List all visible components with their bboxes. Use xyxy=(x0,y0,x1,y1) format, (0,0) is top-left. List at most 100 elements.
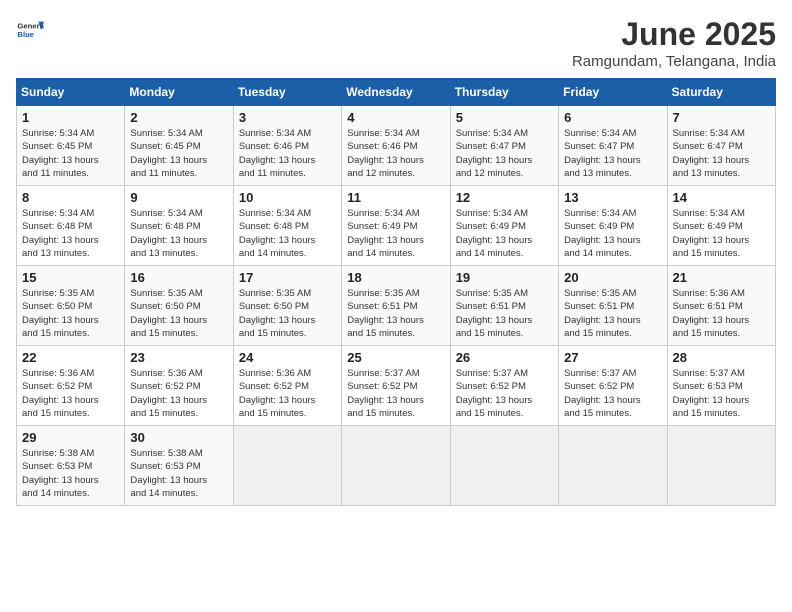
day-info: Sunrise: 5:36 AM Sunset: 6:52 PM Dayligh… xyxy=(239,367,336,420)
table-row: 7 Sunrise: 5:34 AM Sunset: 6:47 PM Daylig… xyxy=(667,106,775,186)
day-info: Sunrise: 5:34 AM Sunset: 6:47 PM Dayligh… xyxy=(673,127,770,180)
table-row: 3 Sunrise: 5:34 AM Sunset: 6:46 PM Daylig… xyxy=(233,106,341,186)
day-number: 22 xyxy=(22,350,119,365)
day-number: 28 xyxy=(673,350,770,365)
day-info: Sunrise: 5:35 AM Sunset: 6:51 PM Dayligh… xyxy=(347,287,444,340)
day-info: Sunrise: 5:36 AM Sunset: 6:51 PM Dayligh… xyxy=(673,287,770,340)
day-info: Sunrise: 5:34 AM Sunset: 6:46 PM Dayligh… xyxy=(347,127,444,180)
table-row xyxy=(342,426,450,506)
day-number: 16 xyxy=(130,270,227,285)
day-number: 13 xyxy=(564,190,661,205)
day-info: Sunrise: 5:37 AM Sunset: 6:53 PM Dayligh… xyxy=(673,367,770,420)
table-row: 24 Sunrise: 5:36 AM Sunset: 6:52 PM Dayli… xyxy=(233,346,341,426)
day-info: Sunrise: 5:35 AM Sunset: 6:50 PM Dayligh… xyxy=(22,287,119,340)
table-row: 12Sunrise: 5:34 AM Sunset: 6:49 PM Dayli… xyxy=(450,186,558,266)
col-friday: Friday xyxy=(559,79,667,106)
day-info: Sunrise: 5:34 AM Sunset: 6:49 PM Dayligh… xyxy=(347,207,444,260)
table-row: 17 Sunrise: 5:35 AM Sunset: 6:50 PM Dayli… xyxy=(233,266,341,346)
day-info: Sunrise: 5:37 AM Sunset: 6:52 PM Dayligh… xyxy=(347,367,444,420)
table-row: 23Sunrise: 5:36 AM Sunset: 6:52 PM Dayli… xyxy=(125,346,233,426)
table-row: 19Sunrise: 5:35 AM Sunset: 6:51 PM Dayli… xyxy=(450,266,558,346)
day-info: Sunrise: 5:38 AM Sunset: 6:53 PM Dayligh… xyxy=(130,447,227,500)
calendar-subtitle: Ramgundam, Telangana, India xyxy=(572,53,776,70)
table-row: 26 Sunrise: 5:37 AM Sunset: 6:52 PM Dayli… xyxy=(450,346,558,426)
calendar-row-4: 29Sunrise: 5:38 AM Sunset: 6:53 PM Dayli… xyxy=(17,426,776,506)
day-info: Sunrise: 5:35 AM Sunset: 6:51 PM Dayligh… xyxy=(564,287,661,340)
table-row: 15 Sunrise: 5:35 AM Sunset: 6:50 PM Dayli… xyxy=(17,266,125,346)
day-info: Sunrise: 5:34 AM Sunset: 6:48 PM Dayligh… xyxy=(239,207,336,260)
table-row xyxy=(450,426,558,506)
table-row: 20Sunrise: 5:35 AM Sunset: 6:51 PM Dayli… xyxy=(559,266,667,346)
table-row xyxy=(233,426,341,506)
table-row: 4 Sunrise: 5:34 AM Sunset: 6:46 PM Daylig… xyxy=(342,106,450,186)
table-row xyxy=(559,426,667,506)
calendar-row-3: 22 Sunrise: 5:36 AM Sunset: 6:52 PM Dayli… xyxy=(17,346,776,426)
col-thursday: Thursday xyxy=(450,79,558,106)
table-row: 29Sunrise: 5:38 AM Sunset: 6:53 PM Dayli… xyxy=(17,426,125,506)
day-number: 30 xyxy=(130,430,227,445)
calendar-title: June 2025 xyxy=(572,16,776,53)
table-row: 30 Sunrise: 5:38 AM Sunset: 6:53 PM Dayli… xyxy=(125,426,233,506)
table-row: 11 Sunrise: 5:34 AM Sunset: 6:49 PM Dayli… xyxy=(342,186,450,266)
day-info: Sunrise: 5:36 AM Sunset: 6:52 PM Dayligh… xyxy=(22,367,119,420)
table-row: 25 Sunrise: 5:37 AM Sunset: 6:52 PM Dayli… xyxy=(342,346,450,426)
table-row: 18 Sunrise: 5:35 AM Sunset: 6:51 PM Dayli… xyxy=(342,266,450,346)
table-row: 16 Sunrise: 5:35 AM Sunset: 6:50 PM Dayli… xyxy=(125,266,233,346)
day-info: Sunrise: 5:36 AM Sunset: 6:52 PM Dayligh… xyxy=(130,367,227,420)
table-row: 14Sunrise: 5:34 AM Sunset: 6:49 PM Dayli… xyxy=(667,186,775,266)
logo-icon: General Blue xyxy=(16,16,44,44)
col-tuesday: Tuesday xyxy=(233,79,341,106)
col-monday: Monday xyxy=(125,79,233,106)
day-number: 3 xyxy=(239,110,336,125)
page-header: General Blue June 2025 Ramgundam, Telang… xyxy=(16,16,776,70)
day-info: Sunrise: 5:34 AM Sunset: 6:48 PM Dayligh… xyxy=(130,207,227,260)
table-row: 6 Sunrise: 5:34 AM Sunset: 6:47 PM Daylig… xyxy=(559,106,667,186)
day-info: Sunrise: 5:37 AM Sunset: 6:52 PM Dayligh… xyxy=(456,367,553,420)
day-number: 6 xyxy=(564,110,661,125)
calendar-header-row: Sunday Monday Tuesday Wednesday Thursday… xyxy=(17,79,776,106)
col-saturday: Saturday xyxy=(667,79,775,106)
calendar-row-2: 15 Sunrise: 5:35 AM Sunset: 6:50 PM Dayli… xyxy=(17,266,776,346)
day-info: Sunrise: 5:34 AM Sunset: 6:47 PM Dayligh… xyxy=(456,127,553,180)
calendar-table: Sunday Monday Tuesday Wednesday Thursday… xyxy=(16,78,776,506)
table-row: 28 Sunrise: 5:37 AM Sunset: 6:53 PM Dayli… xyxy=(667,346,775,426)
title-area: June 2025 Ramgundam, Telangana, India xyxy=(572,16,776,70)
day-number: 1 xyxy=(22,110,119,125)
day-info: Sunrise: 5:38 AM Sunset: 6:53 PM Dayligh… xyxy=(22,447,119,500)
day-number: 2 xyxy=(130,110,227,125)
day-info: Sunrise: 5:35 AM Sunset: 6:51 PM Dayligh… xyxy=(456,287,553,340)
logo: General Blue xyxy=(16,16,44,44)
day-info: Sunrise: 5:37 AM Sunset: 6:52 PM Dayligh… xyxy=(564,367,661,420)
day-number: 7 xyxy=(673,110,770,125)
day-number: 17 xyxy=(239,270,336,285)
table-row: 5 Sunrise: 5:34 AM Sunset: 6:47 PM Daylig… xyxy=(450,106,558,186)
day-number: 24 xyxy=(239,350,336,365)
day-info: Sunrise: 5:35 AM Sunset: 6:50 PM Dayligh… xyxy=(239,287,336,340)
day-number: 15 xyxy=(22,270,119,285)
table-row: 8Sunrise: 5:34 AM Sunset: 6:48 PM Daylig… xyxy=(17,186,125,266)
day-number: 21 xyxy=(673,270,770,285)
day-number: 14 xyxy=(673,190,770,205)
table-row: 22 Sunrise: 5:36 AM Sunset: 6:52 PM Dayli… xyxy=(17,346,125,426)
table-row: 10 Sunrise: 5:34 AM Sunset: 6:48 PM Dayli… xyxy=(233,186,341,266)
day-info: Sunrise: 5:34 AM Sunset: 6:45 PM Dayligh… xyxy=(130,127,227,180)
day-number: 10 xyxy=(239,190,336,205)
day-number: 5 xyxy=(456,110,553,125)
day-number: 4 xyxy=(347,110,444,125)
day-number: 11 xyxy=(347,190,444,205)
day-info: Sunrise: 5:34 AM Sunset: 6:49 PM Dayligh… xyxy=(564,207,661,260)
col-wednesday: Wednesday xyxy=(342,79,450,106)
table-row xyxy=(667,426,775,506)
col-sunday: Sunday xyxy=(17,79,125,106)
day-info: Sunrise: 5:35 AM Sunset: 6:50 PM Dayligh… xyxy=(130,287,227,340)
table-row: 1 Sunrise: 5:34 AM Sunset: 6:45 PM Daylig… xyxy=(17,106,125,186)
day-info: Sunrise: 5:34 AM Sunset: 6:46 PM Dayligh… xyxy=(239,127,336,180)
day-info: Sunrise: 5:34 AM Sunset: 6:45 PM Dayligh… xyxy=(22,127,119,180)
svg-text:Blue: Blue xyxy=(17,30,34,39)
day-info: Sunrise: 5:34 AM Sunset: 6:47 PM Dayligh… xyxy=(564,127,661,180)
table-row: 2 Sunrise: 5:34 AM Sunset: 6:45 PM Daylig… xyxy=(125,106,233,186)
day-number: 26 xyxy=(456,350,553,365)
day-number: 25 xyxy=(347,350,444,365)
day-number: 18 xyxy=(347,270,444,285)
day-number: 12 xyxy=(456,190,553,205)
